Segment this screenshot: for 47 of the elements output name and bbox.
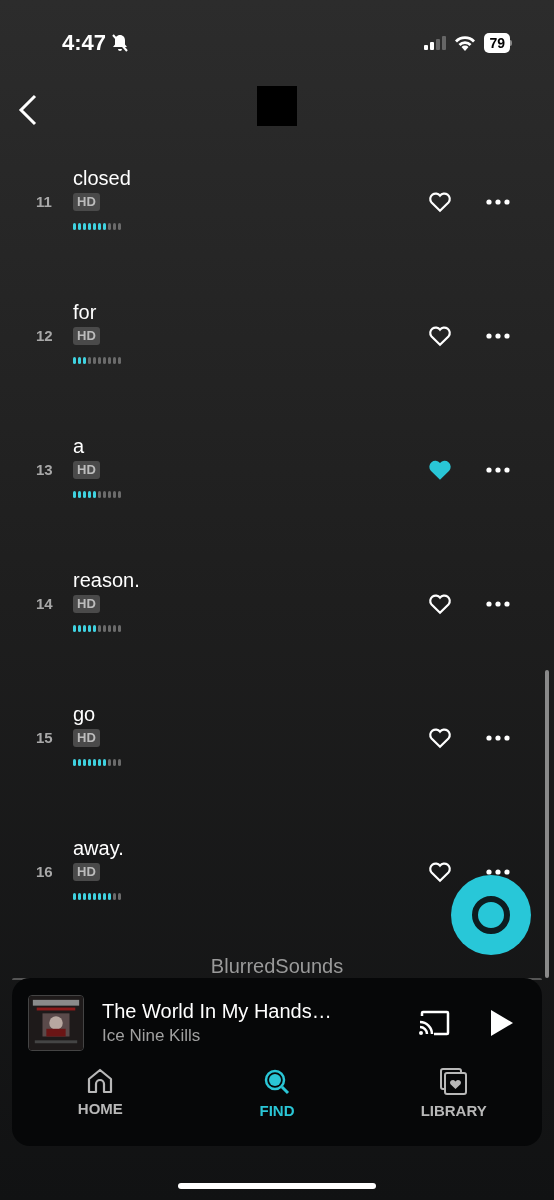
track-number: 16 <box>35 862 54 883</box>
track-number: 13 <box>35 460 54 481</box>
heart-icon[interactable] <box>427 323 453 349</box>
status-time: 4:47 <box>62 29 107 57</box>
home-icon <box>86 1068 115 1094</box>
hd-badge: HD <box>73 460 100 479</box>
track-number: 11 <box>35 192 53 213</box>
bell-slash-icon <box>110 32 131 53</box>
track-title[interactable]: closed <box>73 164 427 191</box>
hd-badge: HD <box>73 594 100 613</box>
nav-tab[interactable]: FIND <box>188 1068 366 1123</box>
heart-icon[interactable] <box>427 591 453 617</box>
track-number: 15 <box>35 728 54 749</box>
signal-icon <box>424 35 447 50</box>
more-icon[interactable] <box>486 601 510 607</box>
library-icon <box>439 1068 468 1096</box>
battery-icon: 79 <box>484 32 510 53</box>
wifi-icon <box>454 34 477 51</box>
hd-badge: HD <box>73 862 100 881</box>
redaction-block <box>257 86 297 126</box>
hd-badge: HD <box>73 192 100 211</box>
track-title[interactable]: a <box>73 432 427 459</box>
track-title[interactable]: for <box>73 298 427 325</box>
track-title[interactable]: The World In My Hands… <box>102 998 404 1024</box>
track-title[interactable]: away. <box>73 834 427 861</box>
nav-tab[interactable]: HOME <box>12 1068 189 1121</box>
heart-icon[interactable] <box>427 725 453 751</box>
search-icon <box>263 1068 291 1096</box>
track-title[interactable]: go <box>73 700 427 727</box>
more-icon[interactable] <box>486 869 510 875</box>
heart-icon[interactable] <box>427 859 453 885</box>
cast-icon[interactable] <box>418 1010 450 1036</box>
more-icon[interactable] <box>486 735 510 741</box>
more-icon[interactable] <box>486 333 510 339</box>
heart-icon[interactable] <box>427 189 453 215</box>
artist-name[interactable]: Ice Nine Kills <box>102 1024 404 1048</box>
nav-tab[interactable]: LIBRARY <box>365 1068 542 1123</box>
play-icon[interactable] <box>490 1009 514 1037</box>
track-number: 14 <box>35 594 54 615</box>
more-icon[interactable] <box>486 199 510 205</box>
back-icon[interactable] <box>18 94 38 126</box>
footer-label: BlurredSounds <box>210 954 344 978</box>
track-title[interactable]: reason. <box>73 566 427 593</box>
track-number: 12 <box>35 326 54 347</box>
more-icon[interactable] <box>486 467 510 473</box>
hd-badge: HD <box>73 728 100 747</box>
hd-badge: HD <box>73 326 100 345</box>
